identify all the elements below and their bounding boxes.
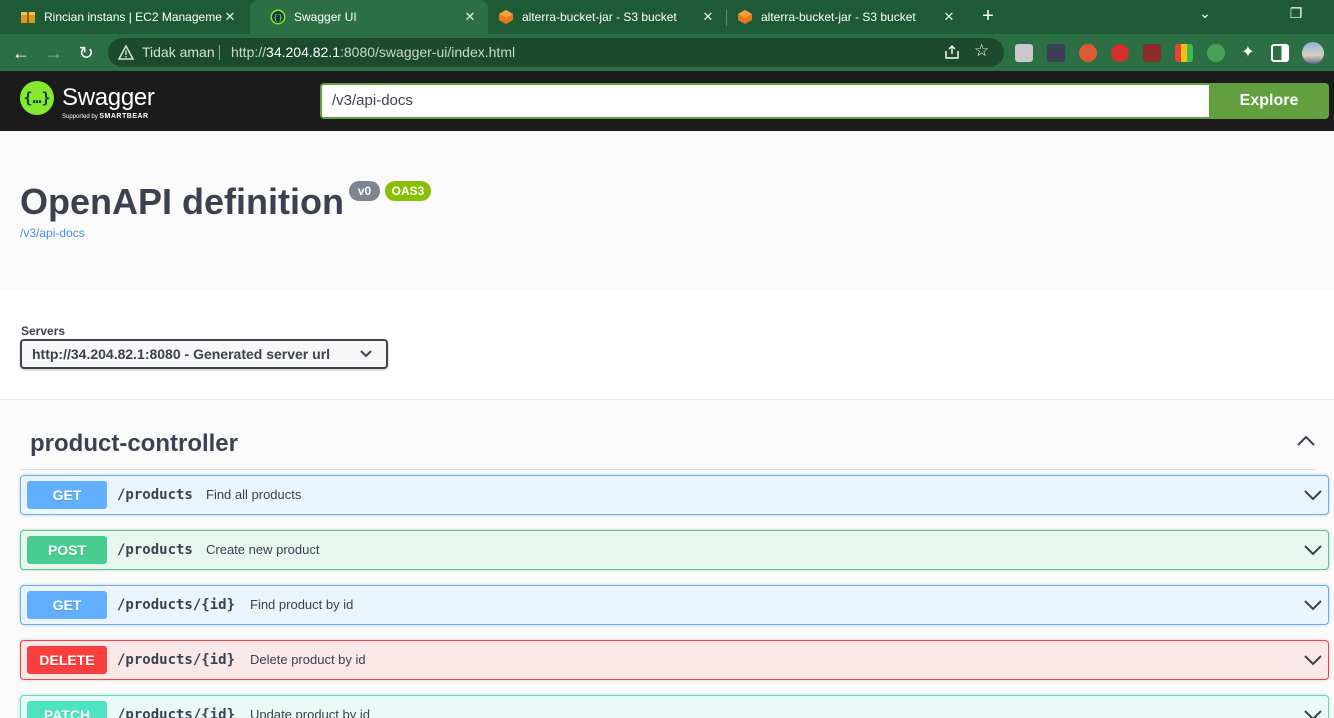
operation-summary: Update product by id [250, 707, 370, 718]
api-info-section: OpenAPI definition v0 OAS3 /v3/api-docs [0, 131, 1334, 291]
extension-more-icon[interactable] [1047, 44, 1065, 62]
tab-s3-bucket-1[interactable]: alterra-bucket-jar - S3 bucket ✕ [478, 0, 726, 34]
operation-path: /products/{id} [117, 652, 236, 668]
swagger-brand: Swagger [62, 84, 155, 111]
close-icon[interactable]: ✕ [462, 9, 478, 25]
chevron-down-icon[interactable] [1304, 489, 1322, 501]
operation-summary: Delete product by id [250, 652, 366, 667]
servers-select[interactable]: http://34.204.82.1:8080 - Generated serv… [20, 339, 388, 369]
tab-s3-bucket-2[interactable]: alterra-bucket-jar - S3 bucket ✕ [717, 0, 967, 34]
address-divider [219, 45, 220, 60]
url-scheme: http:// [231, 44, 267, 60]
browser-tab-strip: Rincian instans | EC2 Management Console… [0, 0, 1334, 34]
servers-section: Servers http://34.204.82.1:8080 - Genera… [0, 291, 1334, 400]
operation-patch-product[interactable]: PATCH /products/{id} Update product by i… [20, 695, 1329, 718]
tab-title: Rincian instans | EC2 Management Console [44, 10, 222, 24]
s3-bucket-icon [499, 10, 513, 24]
operation-summary: Find product by id [250, 597, 354, 612]
security-label[interactable]: Tidak aman [142, 44, 215, 60]
swagger-logo-icon[interactable]: {…} [20, 81, 54, 115]
tab-search-icon[interactable]: ⌄ [1194, 5, 1216, 22]
svg-text:{}: {} [273, 13, 283, 22]
close-icon[interactable]: ✕ [941, 9, 957, 25]
warning-icon [118, 45, 134, 60]
tab-title: alterra-bucket-jar - S3 bucket [522, 10, 677, 24]
operation-summary: Create new product [206, 542, 320, 557]
method-badge: DELETE [27, 646, 107, 674]
aws-box-icon [21, 12, 35, 23]
new-tab-button[interactable]: + [977, 5, 999, 27]
chevron-down-icon[interactable] [1304, 544, 1322, 556]
share-icon[interactable] [944, 44, 960, 60]
url-host: 34.204.82.1 [266, 44, 340, 60]
tag-name: product-controller [30, 430, 238, 457]
reload-icon[interactable]: ↻ [74, 41, 98, 65]
chevron-down-icon [360, 350, 372, 358]
back-icon[interactable]: ← [9, 41, 33, 65]
operation-path: /products/{id} [117, 597, 236, 613]
page-title: OpenAPI definition [20, 181, 344, 222]
servers-selected-value: http://34.204.82.1:8080 - Generated serv… [32, 346, 331, 362]
adblock-icon[interactable] [1111, 44, 1129, 62]
duckduckgo-icon[interactable] [1079, 44, 1097, 62]
operation-summary: Find all products [206, 487, 302, 502]
operation-post-products[interactable]: POST /products Create new product [20, 530, 1329, 570]
operation-get-products[interactable]: GET /products Find all products [20, 475, 1329, 515]
method-badge: GET [27, 591, 107, 619]
restore-window-icon[interactable]: ❐ [1285, 5, 1307, 22]
svg-text:{…}: {…} [23, 89, 50, 107]
method-badge: PATCH [27, 701, 107, 718]
side-panel-icon[interactable] [1271, 44, 1289, 62]
url-text[interactable]: http://34.204.82.1:8080/swagger-ui/index… [231, 44, 515, 60]
swagger-icon: {} [270, 9, 286, 25]
operation-get-product-by-id[interactable]: GET /products/{id} Find product by id [20, 585, 1329, 625]
tab-swagger-ui[interactable]: {} Swagger UI ✕ [250, 0, 488, 34]
tag-header[interactable]: product-controller [20, 422, 1316, 470]
version-badge: v0 [349, 181, 380, 201]
url-path: :8080/swagger-ui/index.html [340, 44, 516, 60]
operations-section: product-controller GET /products Find al… [0, 400, 1334, 718]
method-badge: GET [27, 481, 107, 509]
tab-ec2-console[interactable]: Rincian instans | EC2 Management Console… [0, 0, 248, 34]
forward-icon[interactable]: → [42, 41, 66, 65]
servers-label: Servers [21, 324, 66, 338]
s3-bucket-icon [738, 10, 752, 24]
operation-path: /products/{id} [117, 707, 236, 718]
explore-button[interactable]: Explore [1209, 83, 1329, 119]
smartbear-text: SMARTBEAR [99, 113, 149, 120]
spec-url-input[interactable]: /v3/api-docs [320, 83, 1210, 119]
bookmark-star-icon[interactable]: ☆ [974, 41, 989, 61]
extension-icon[interactable] [1207, 44, 1225, 62]
chevron-down-icon[interactable] [1304, 654, 1322, 666]
oas-badge: OAS3 [385, 181, 431, 201]
swagger-topbar: {…} Swagger Supported by SMARTBEAR /v3/a… [0, 71, 1334, 131]
extension-icon[interactable] [1015, 44, 1033, 62]
close-icon[interactable]: ✕ [222, 9, 238, 25]
address-bar[interactable]: Tidak aman http://34.204.82.1:8080/swagg… [108, 38, 1004, 67]
tab-title: Swagger UI [294, 10, 357, 24]
supported-by-label: Supported by SMARTBEAR [62, 113, 149, 120]
supported-by-text: Supported by [62, 114, 98, 120]
chevron-down-icon[interactable] [1304, 599, 1322, 611]
method-badge: POST [27, 536, 107, 564]
chevron-up-icon[interactable] [1296, 434, 1316, 448]
operation-path: /products [117, 487, 193, 503]
operation-path: /products [117, 542, 193, 558]
extension-icon[interactable] [1143, 44, 1161, 62]
puzzle-icon[interactable]: ✦ [1239, 44, 1257, 62]
chevron-down-icon[interactable] [1304, 709, 1322, 718]
close-icon[interactable]: ✕ [700, 9, 716, 25]
avatar[interactable] [1302, 42, 1324, 64]
browser-toolbar: ← → ↻ Tidak aman http://34.204.82.1:8080… [0, 34, 1334, 71]
extension-icon[interactable] [1175, 44, 1193, 62]
operation-delete-product[interactable]: DELETE /products/{id} Delete product by … [20, 640, 1329, 680]
tab-title: alterra-bucket-jar - S3 bucket [761, 10, 916, 24]
api-docs-link[interactable]: /v3/api-docs [20, 226, 85, 240]
